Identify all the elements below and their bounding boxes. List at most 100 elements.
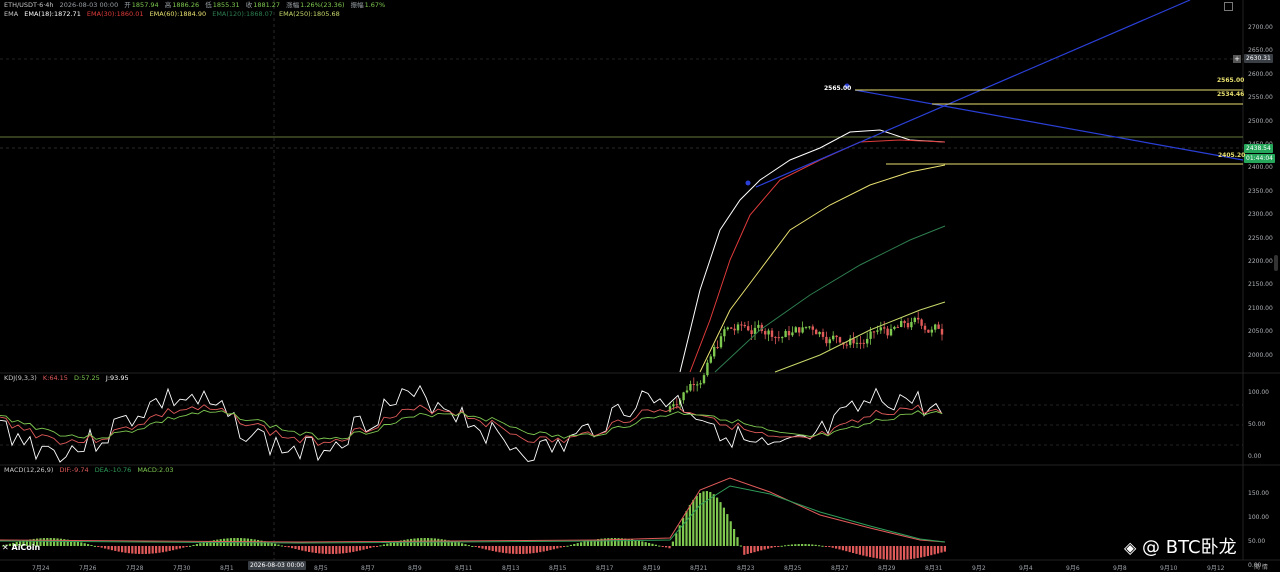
- time-tick-label: 9月4: [1019, 565, 1033, 572]
- macd-dea-line: [0, 485, 946, 544]
- close-label: 收: [245, 1, 253, 9]
- time-tick-label: 8月11: [455, 565, 473, 572]
- macd-histogram-bar: [107, 546, 110, 550]
- macd-histogram-bar: [875, 546, 878, 559]
- macd-histogram-bar: [311, 546, 314, 553]
- candle-body: [900, 321, 903, 327]
- macd-histogram-bar: [328, 546, 331, 554]
- add-alert-icon[interactable]: +: [1233, 55, 1241, 63]
- macd-histogram-bar: [654, 544, 657, 546]
- macd-histogram-bar: [314, 546, 317, 554]
- kdj-label: KDJ(9,3,3): [4, 374, 37, 382]
- macd-histogram-bar: [121, 546, 124, 553]
- macd-histogram-bar: [838, 546, 841, 550]
- macd-histogram-bar: [42, 538, 45, 546]
- kdj-legend[interactable]: KDJ(9,3,3) K:64.15 D:57.25 J:93.95: [4, 374, 133, 382]
- candle-body: [777, 337, 780, 339]
- macd-histogram-bar: [76, 541, 79, 546]
- time-tick-label: 7月24: [32, 565, 50, 572]
- time-tick-label: 8月1: [220, 565, 234, 572]
- macd-histogram-bar: [498, 546, 501, 553]
- macd-histogram-bar: [508, 546, 511, 554]
- macd-histogram-bar: [297, 546, 300, 550]
- amplitude-label: 振幅: [350, 1, 364, 9]
- candle-body: [859, 342, 862, 344]
- candle-body: [808, 326, 811, 328]
- candle-body: [828, 339, 831, 344]
- macd-histogram-bar: [705, 491, 708, 546]
- macd-histogram-bar: [899, 546, 902, 560]
- aicoin-logo: ✕ AiCoin: [2, 543, 40, 552]
- macd-histogram-bar: [892, 546, 895, 560]
- ema-legend[interactable]: EMA EMA(18):1872.71 EMA(30):1860.01 EMA(…: [4, 10, 344, 18]
- candle-body: [740, 324, 743, 326]
- macd-histogram-bar: [46, 538, 49, 546]
- candle-body: [883, 327, 886, 329]
- ema18-line: [679, 129, 946, 373]
- candle-body: [825, 336, 828, 344]
- macd-histogram-bar: [355, 546, 358, 552]
- candle-body: [869, 331, 872, 339]
- macd-histogram-bar: [134, 546, 137, 554]
- macd-dif-value: DIF:-9.74: [59, 466, 89, 474]
- price-tick-label: 2350.00: [1248, 187, 1273, 195]
- candle-body: [866, 338, 869, 344]
- macd-histogram-bar: [889, 546, 892, 560]
- candle-body: [706, 362, 709, 376]
- macd-histogram-bar: [777, 546, 780, 547]
- macd-histogram-bar: [461, 543, 464, 546]
- candle-body: [747, 326, 750, 331]
- macd-histogram-bar: [56, 538, 59, 546]
- macd-histogram-bar: [529, 546, 532, 554]
- macd-histogram-bar: [369, 546, 372, 549]
- macd-histogram-bar: [682, 517, 685, 546]
- candle-body: [801, 327, 804, 333]
- time-tick-label: 8月15: [549, 565, 567, 572]
- language-toggle[interactable]: 简 情: [1254, 562, 1268, 571]
- macd-histogram-bar: [848, 546, 851, 553]
- macd-histogram-bar: [787, 544, 790, 546]
- kdj-j-value: J:93.95: [105, 374, 129, 382]
- macd-histogram-bar: [702, 491, 705, 546]
- trendline-down: [854, 89, 1244, 161]
- macd-histogram-bar: [93, 545, 96, 547]
- chart-canvas[interactable]: [0, 0, 1280, 572]
- macd-histogram-bar: [321, 546, 324, 554]
- side-panel-handle-icon[interactable]: [1274, 255, 1278, 271]
- macd-histogram-bar: [478, 546, 481, 548]
- macd-histogram-bar: [342, 546, 345, 554]
- candle-body: [940, 328, 944, 335]
- low-value: 1855.31: [212, 1, 240, 9]
- macd-histogram-bar: [131, 546, 134, 554]
- macd-histogram-bar: [117, 546, 120, 552]
- author-watermark-text: @ BTC卧龙: [1142, 537, 1237, 558]
- macd-histogram-bar: [790, 544, 793, 546]
- macd-histogram-bar: [484, 546, 487, 550]
- time-tick-label: 8月21: [690, 565, 708, 572]
- macd-histogram-bar: [855, 546, 858, 554]
- candle-body: [838, 337, 842, 343]
- macd-histogram-bar: [124, 546, 127, 553]
- macd-histogram-bar: [352, 546, 355, 552]
- macd-histogram-bar: [546, 546, 549, 551]
- macd-histogram-bar: [379, 545, 382, 547]
- candle-body: [689, 384, 692, 391]
- macd-histogram-bar: [165, 546, 168, 552]
- macd-histogram-bar: [920, 546, 923, 558]
- macd-legend[interactable]: MACD(12,26,9) DIF:-9.74 DEA:-10.76 MACD:…: [4, 466, 178, 474]
- macd-histogram-bar: [695, 495, 698, 546]
- macd-histogram-bar: [661, 546, 664, 547]
- macd-histogram-bar: [943, 546, 946, 552]
- candle-body: [750, 330, 753, 335]
- low-label: 低: [205, 1, 212, 9]
- macd-histogram-bar: [688, 504, 691, 546]
- time-tick-label: 7月28: [126, 565, 144, 572]
- candle-body: [811, 326, 814, 330]
- expand-icon[interactable]: [1224, 2, 1233, 11]
- macd-histogram-bar: [821, 545, 824, 547]
- time-tick-label: 8月19: [643, 565, 661, 572]
- candle-body: [757, 324, 760, 328]
- candle-body: [927, 329, 930, 333]
- macd-histogram-bar: [835, 546, 838, 549]
- macd-histogram-bar: [189, 545, 192, 547]
